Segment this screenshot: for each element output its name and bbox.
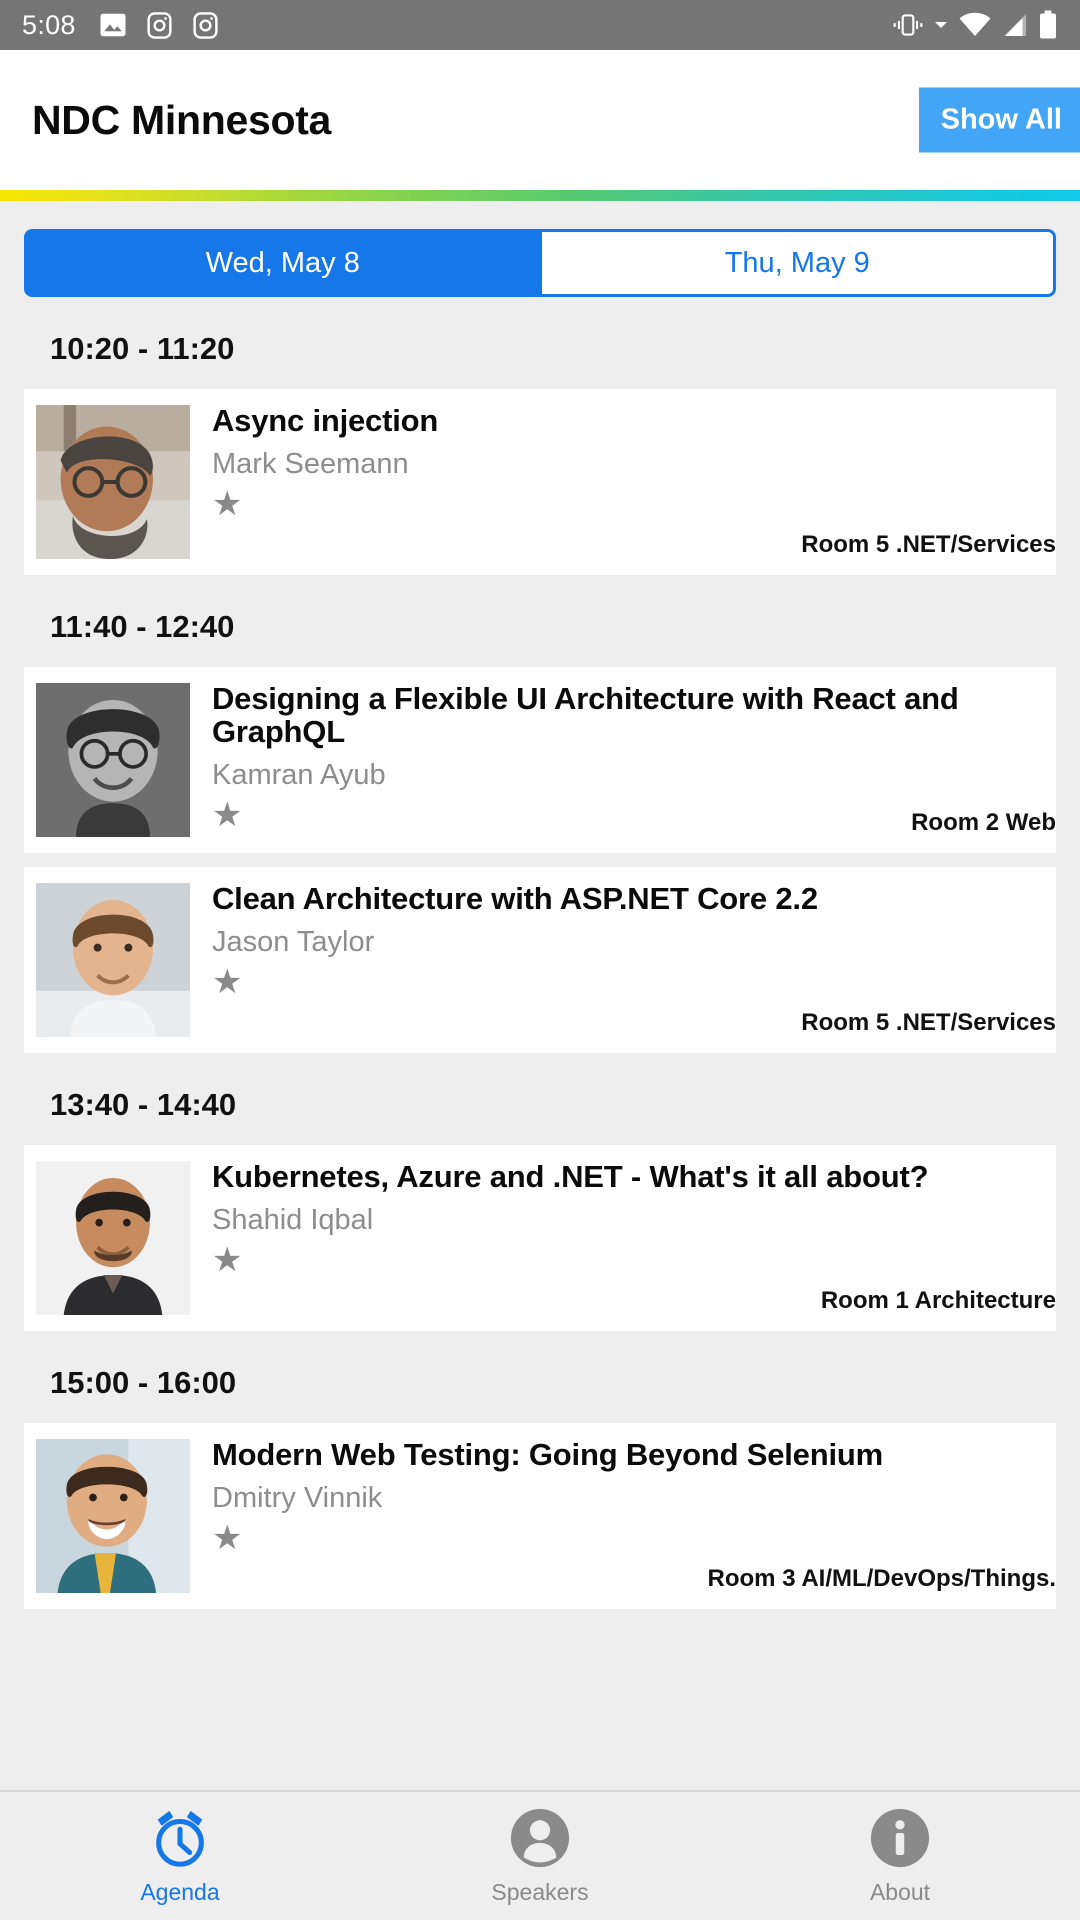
speaker-avatar xyxy=(36,405,190,559)
speaker-avatar xyxy=(36,1439,190,1593)
speaker-avatar xyxy=(36,1161,190,1315)
info-icon xyxy=(869,1807,931,1869)
bottom-navigation: Agenda Speakers About xyxy=(0,1790,1080,1920)
time-slot-header: 11:40 - 12:40 xyxy=(50,609,235,644)
session-details: Clean Architecture with ASP.NET Core 2.2… xyxy=(190,881,1056,1037)
day-tab-group: Wed, May 8 Thu, May 9 xyxy=(24,229,1056,297)
session-speaker: Dmitry Vinnik xyxy=(212,1481,383,1514)
time-slot-header: 10:20 - 11:20 xyxy=(50,331,235,366)
session-title: Async injection xyxy=(212,403,439,438)
person-icon xyxy=(509,1807,571,1869)
session-card[interactable]: Async injection Mark Seemann ★ Room 5 .N… xyxy=(24,389,1056,575)
cellular-signal-icon xyxy=(1001,11,1029,39)
session-room: Room 5 .NET/Services xyxy=(801,1009,1056,1036)
nav-item-label: Speakers xyxy=(491,1878,589,1905)
nav-item-speakers[interactable]: Speakers xyxy=(360,1807,720,1906)
status-bar-notification-icons xyxy=(98,10,220,40)
session-title: Kubernetes, Azure and .NET - What's it a… xyxy=(212,1159,929,1194)
time-slot-header: 15:00 - 16:00 xyxy=(50,1365,237,1400)
session-speaker: Shahid Iqbal xyxy=(212,1203,374,1236)
page-title: NDC Minnesota xyxy=(32,96,332,143)
favorite-star-icon[interactable]: ★ xyxy=(212,965,1028,999)
wifi-icon xyxy=(958,11,992,39)
tab-label: Thu, May 9 xyxy=(724,246,870,279)
favorite-star-icon[interactable]: ★ xyxy=(212,487,1028,521)
nav-item-agenda[interactable]: Agenda xyxy=(0,1807,360,1906)
session-room: Room 2 Web xyxy=(911,809,1056,836)
session-speaker: Jason Taylor xyxy=(212,925,375,958)
status-bar: 5:08 xyxy=(0,0,1080,50)
brand-gradient-divider xyxy=(0,190,1080,201)
session-title: Modern Web Testing: Going Beyond Seleniu… xyxy=(212,1437,883,1472)
session-card[interactable]: Kubernetes, Azure and .NET - What's it a… xyxy=(24,1145,1056,1331)
session-speaker: Kamran Ayub xyxy=(212,758,386,791)
tab-thu-may-9[interactable]: Thu, May 9 xyxy=(540,229,1056,297)
session-title: Clean Architecture with ASP.NET Core 2.2 xyxy=(212,881,818,916)
status-bar-system-icons xyxy=(892,10,1058,40)
camera-icon xyxy=(145,11,174,40)
camera-icon xyxy=(191,11,220,40)
session-details: Designing a Flexible UI Architecture wit… xyxy=(190,681,1056,837)
photo-icon xyxy=(98,10,128,40)
session-card[interactable]: Clean Architecture with ASP.NET Core 2.2… xyxy=(24,867,1056,1053)
speaker-avatar xyxy=(36,883,190,1037)
alarm-clock-icon xyxy=(147,1807,213,1869)
nav-item-label: Agenda xyxy=(140,1878,220,1905)
session-speaker: Mark Seemann xyxy=(212,447,409,480)
favorite-star-icon[interactable]: ★ xyxy=(212,1521,1028,1555)
vibrate-icon xyxy=(892,10,924,40)
tab-wed-may-8[interactable]: Wed, May 8 xyxy=(24,229,541,297)
app-screen: 5:08 NDC Minnesota Show All Wed, May 8 T… xyxy=(0,0,1080,1920)
nav-item-about[interactable]: About xyxy=(720,1807,1080,1906)
session-details: Async injection Mark Seemann ★ Room 5 .N… xyxy=(190,403,1056,559)
session-card[interactable]: Designing a Flexible UI Architecture wit… xyxy=(24,667,1056,853)
show-all-button[interactable]: Show All xyxy=(918,87,1080,153)
time-slot-header: 13:40 - 14:40 xyxy=(50,1087,237,1122)
speaker-avatar xyxy=(36,683,190,837)
nav-item-label: About xyxy=(869,1878,931,1905)
tab-label: Wed, May 8 xyxy=(205,246,360,279)
status-bar-clock: 5:08 xyxy=(22,9,76,40)
agenda-content: Wed, May 8 Thu, May 9 10:20 - 11:20 Asyn… xyxy=(0,201,1080,1790)
favorite-star-icon[interactable]: ★ xyxy=(212,1243,1028,1277)
session-details: Kubernetes, Azure and .NET - What's it a… xyxy=(190,1159,1056,1315)
session-details: Modern Web Testing: Going Beyond Seleniu… xyxy=(190,1437,1056,1593)
favorite-star-icon[interactable]: ★ xyxy=(212,798,1028,832)
session-room: Room 1 Architecture xyxy=(820,1287,1056,1314)
session-card[interactable]: Modern Web Testing: Going Beyond Seleniu… xyxy=(24,1423,1056,1609)
session-room: Room 5 .NET/Services xyxy=(801,531,1056,558)
chevron-down-icon xyxy=(933,18,949,32)
battery-icon xyxy=(1038,10,1058,40)
session-room: Room 3 AI/ML/DevOps/Things. xyxy=(707,1565,1056,1592)
app-header: NDC Minnesota Show All xyxy=(0,50,1080,190)
session-title: Designing a Flexible UI Architecture wit… xyxy=(212,681,959,749)
